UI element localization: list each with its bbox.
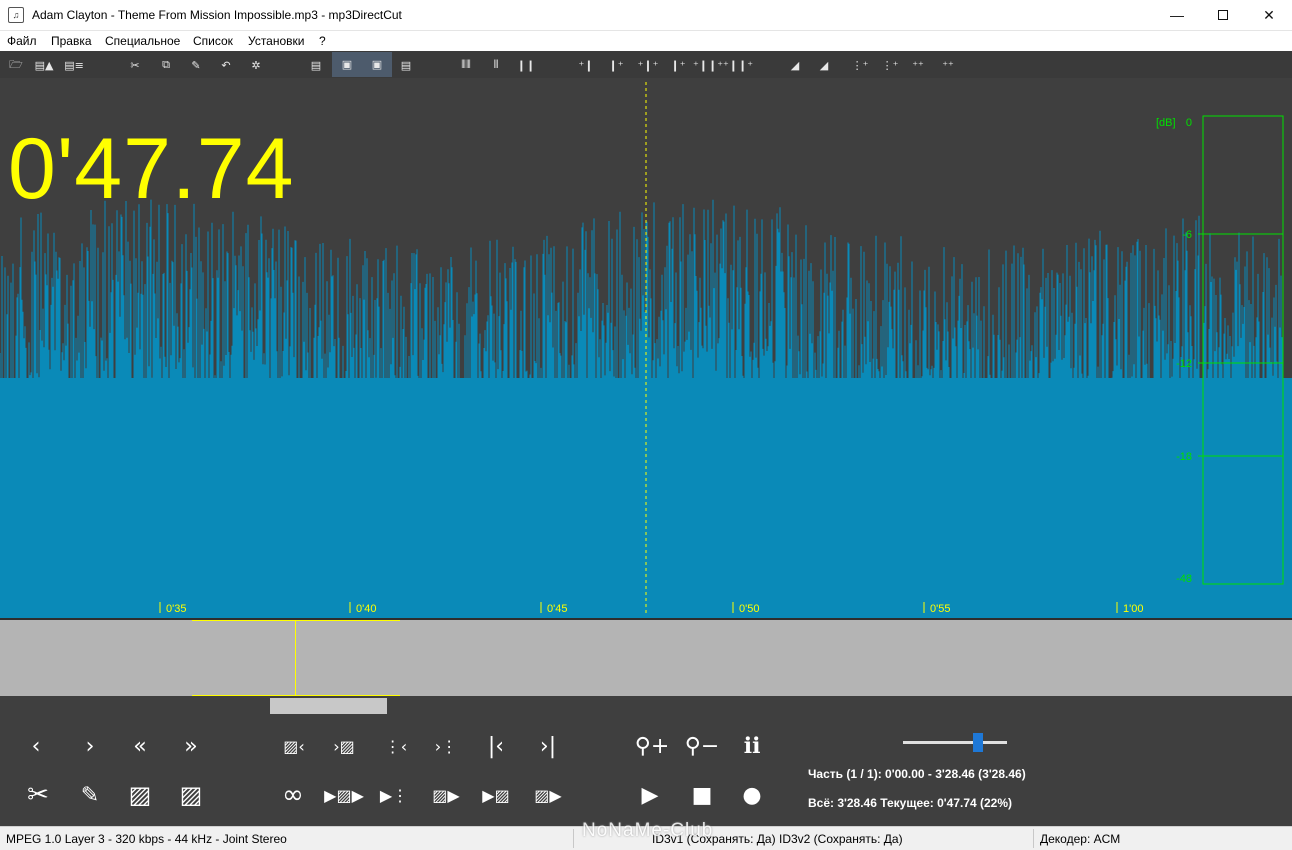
part-info: Часть (1 / 1): 0'00.00 - 3'28.46 (3'28.4… (808, 767, 1026, 781)
selection-start-left-icon[interactable]: ▨‹ (276, 728, 312, 764)
fast-prev-icon[interactable]: « (122, 728, 158, 764)
select-all-icon[interactable]: ▨ (173, 777, 209, 813)
status-decoder: Декодер: ACM (1040, 832, 1121, 846)
next-icon[interactable]: › (72, 728, 108, 764)
loop-icon[interactable]: ∞ (275, 777, 311, 813)
play-end-icon[interactable]: ▶▨ (478, 777, 514, 813)
title-bar: ♫ Adam Clayton - Theme From Mission Impo… (0, 0, 1292, 31)
save-icon[interactable]: ▤▲ (34, 55, 54, 75)
maximize-button[interactable] (1200, 0, 1246, 30)
document-icon[interactable]: ▤ (306, 55, 326, 75)
selection-end-right-icon[interactable]: ›⋮ (428, 728, 464, 764)
overview-strip[interactable] (0, 618, 1292, 696)
pause-icon[interactable]: ❙❙ (516, 55, 536, 75)
info-icon[interactable]: ℹℹ (734, 728, 770, 764)
meter-unit: [dB] (1156, 117, 1176, 129)
marker-range2-icon[interactable]: ⁺❙❙⁺ (723, 55, 753, 75)
marker-right-icon[interactable]: ❙⁺ (606, 55, 626, 75)
document-2-icon[interactable]: ▣ (362, 52, 392, 77)
open-icon[interactable]: 🗁 (6, 55, 26, 75)
timeline-label: 0'45 (547, 603, 567, 615)
menu-list[interactable]: Список (193, 34, 233, 48)
select-icon[interactable]: ▨ (122, 777, 158, 813)
close-button[interactable]: ✕ (1246, 0, 1292, 30)
overview-cursor (295, 620, 296, 696)
play-icon[interactable]: ▶ (632, 777, 668, 813)
record-icon[interactable]: ● (734, 777, 770, 813)
waveform-view[interactable]: 0'35 0'40 0'45 0'50 0'55 1'00 [dB] 0 -6 -12 -18 -4… (0, 78, 1292, 618)
time-readout: 0'47.74 (8, 121, 295, 217)
selection-start-right-icon[interactable]: ›▨ (326, 728, 362, 764)
go-start-icon[interactable]: |‹ (478, 728, 514, 764)
menu-file[interactable]: Файл (7, 34, 37, 48)
menu-bar: Файл Правка Специальное Список Установки… (0, 31, 1292, 51)
timeline-label: 0'35 (166, 603, 186, 615)
timeline-label: 0'55 (930, 603, 950, 615)
timeline-label: 1'00 (1123, 603, 1143, 615)
copy-icon[interactable]: ⧉ (156, 55, 176, 75)
marker-both-icon[interactable]: ⁺❙⁺ (638, 55, 659, 75)
document-1-icon[interactable]: ▣ (332, 52, 362, 77)
fade-in-icon[interactable]: ◢ (785, 55, 805, 75)
selection-end-left-icon[interactable]: ⋮‹ (378, 728, 414, 764)
menu-help[interactable]: ? (319, 34, 326, 48)
timeline-label: 0'50 (739, 603, 759, 615)
zoom-slider-thumb[interactable] (973, 733, 983, 752)
document-3-icon[interactable]: ▤ (396, 55, 416, 75)
cue-icon[interactable]: ⦀ (486, 55, 506, 75)
stop-icon[interactable]: ■ (684, 777, 720, 813)
volume2-icon[interactable]: ⁺⁺ (938, 55, 958, 75)
app-icon[interactable]: ♫ (8, 7, 24, 23)
meter-label: -12 (1176, 358, 1192, 370)
watermark: NoNaMe-Club (582, 820, 714, 841)
undo-icon[interactable]: ↶ (216, 55, 236, 75)
menu-edit[interactable]: Правка (51, 34, 92, 48)
status-id3v2: ID3v2 (Сохранять: Да) (779, 832, 903, 846)
scissors-icon[interactable]: ✂ (20, 777, 56, 813)
play-after-icon[interactable]: ▨▶ (530, 777, 566, 813)
save-all-icon[interactable]: ▤≡ (64, 55, 84, 75)
prev-icon[interactable]: ‹ (18, 728, 54, 764)
pencil-icon[interactable]: ✎ (72, 777, 108, 813)
status-format: MPEG 1.0 Layer 3 - 320 kbps - 44 kHz - J… (6, 832, 287, 846)
overview-visible-range[interactable] (192, 620, 400, 696)
normalize-icon[interactable]: ⋮⁺ (850, 55, 870, 75)
zoom-slider-track[interactable] (903, 741, 1007, 744)
minimize-button[interactable]: — (1154, 0, 1200, 30)
menu-settings[interactable]: Установки (248, 34, 304, 48)
scrollbar-thumb[interactable] (270, 698, 387, 714)
menu-special[interactable]: Специальное (105, 34, 180, 48)
window-title: Adam Clayton - Theme From Mission Imposs… (32, 8, 402, 22)
meter-label: -6 (1182, 229, 1192, 241)
meter-label: -48 (1176, 573, 1192, 585)
paste-icon[interactable]: ✎ (186, 55, 206, 75)
zoom-out-icon[interactable]: ⚲− (684, 728, 720, 764)
play-from-start-icon[interactable]: ▨▶ (428, 777, 464, 813)
marker-left-icon[interactable]: ⁺❙ (576, 55, 596, 75)
zoom-in-icon[interactable]: ⚲+ (634, 728, 670, 764)
cut-icon[interactable]: ✂ (125, 55, 145, 75)
normalize2-icon[interactable]: ⋮⁺ (880, 55, 900, 75)
timeline-label: 0'40 (356, 603, 376, 615)
marker-range-icon[interactable]: ⁺❙❙⁺ (693, 55, 723, 75)
meter-label: -18 (1176, 451, 1192, 463)
fade-out-icon[interactable]: ◢ (814, 55, 834, 75)
cue-split-icon[interactable]: ⦀⦀ (456, 55, 476, 75)
toolbar: 🗁 ▤▲ ▤≡ ✂ ⧉ ✎ ↶ ✲ ▤ ▣ ▣ ▤ ⦀⦀ ⦀ ❙❙ ⁺❙ ❙⁺ … (0, 51, 1292, 78)
go-end-icon[interactable]: ›| (530, 728, 566, 764)
settings-icon[interactable]: ✲ (246, 55, 266, 75)
play-to-cursor-icon[interactable]: ▶⋮ (376, 777, 412, 813)
meter-label: 0 (1186, 117, 1192, 129)
play-selection-icon[interactable]: ▶▨▶ (324, 777, 364, 813)
marker-set-icon[interactable]: ❙⁺ (668, 55, 688, 75)
fast-next-icon[interactable]: » (173, 728, 209, 764)
volume-icon[interactable]: ⁺⁺ (908, 55, 928, 75)
total-info: Всё: 3'28.46 Текущее: 0'47.74 (22%) (808, 796, 1013, 810)
